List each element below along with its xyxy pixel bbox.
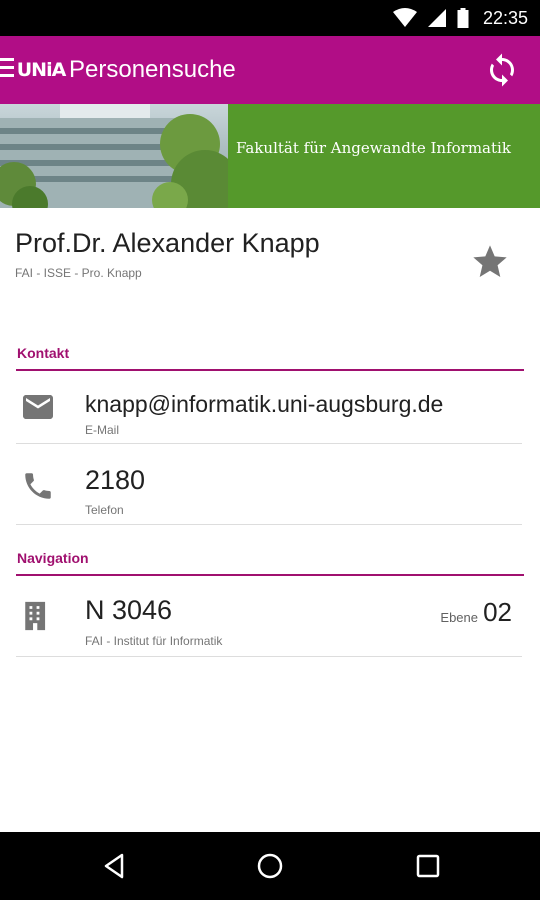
email-label: E-Mail bbox=[85, 423, 120, 437]
app-title: Personensuche bbox=[69, 56, 236, 83]
app-bar: UNiA Personensuche bbox=[0, 36, 540, 104]
phone-label: Telefon bbox=[85, 503, 124, 517]
favorite-button[interactable] bbox=[466, 238, 514, 286]
navigation-section-title: Navigation bbox=[17, 550, 89, 566]
person-name: Prof.Dr. Alexander Knapp bbox=[15, 228, 320, 258]
banner-green-panel: Fakultät für Angewandte Informatik bbox=[228, 104, 540, 208]
home-icon bbox=[257, 853, 283, 879]
row-divider bbox=[16, 443, 522, 444]
battery-icon bbox=[457, 8, 469, 28]
signal-icon bbox=[427, 9, 446, 27]
phone-icon bbox=[20, 468, 56, 504]
menu-icon[interactable] bbox=[0, 58, 14, 80]
room-institute: FAI - Institut für Informatik bbox=[85, 634, 223, 648]
recents-icon bbox=[416, 854, 440, 878]
navigation-section-rule bbox=[16, 574, 524, 576]
uni-logo[interactable]: UNiA bbox=[17, 50, 67, 90]
refresh-icon bbox=[490, 53, 514, 87]
faculty-banner: Fakultät für Angewandte Informatik bbox=[0, 104, 540, 208]
level-value: 02 bbox=[483, 597, 512, 627]
status-icons: 22:35 bbox=[392, 0, 528, 36]
room-value[interactable]: N 3046 bbox=[85, 595, 172, 626]
refresh-button[interactable] bbox=[478, 48, 526, 92]
status-time: 22:35 bbox=[482, 7, 528, 28]
building-icon bbox=[20, 598, 56, 634]
person-subtitle: FAI - ISSE - Pro. Knapp bbox=[15, 266, 142, 280]
wifi-icon bbox=[392, 8, 417, 27]
level-label: Ebene bbox=[440, 610, 478, 625]
banner-photo bbox=[0, 104, 228, 208]
contact-section-title: Kontakt bbox=[17, 345, 70, 361]
home-button[interactable] bbox=[240, 842, 300, 890]
status-bar: 22:35 bbox=[0, 0, 540, 36]
faculty-name: Fakultät für Angewandte Informatik bbox=[236, 139, 511, 157]
row-divider bbox=[16, 524, 522, 525]
email-icon bbox=[20, 389, 56, 425]
star-icon bbox=[473, 245, 507, 277]
recents-button[interactable] bbox=[398, 842, 458, 890]
system-nav-bar bbox=[0, 832, 540, 900]
email-value[interactable]: knapp@informatik.uni-augsburg.de bbox=[85, 391, 443, 418]
contact-section-rule bbox=[16, 369, 524, 371]
phone-value[interactable]: 2180 bbox=[85, 465, 145, 496]
back-button[interactable] bbox=[84, 842, 144, 890]
back-icon bbox=[104, 853, 124, 879]
row-divider bbox=[16, 656, 522, 657]
